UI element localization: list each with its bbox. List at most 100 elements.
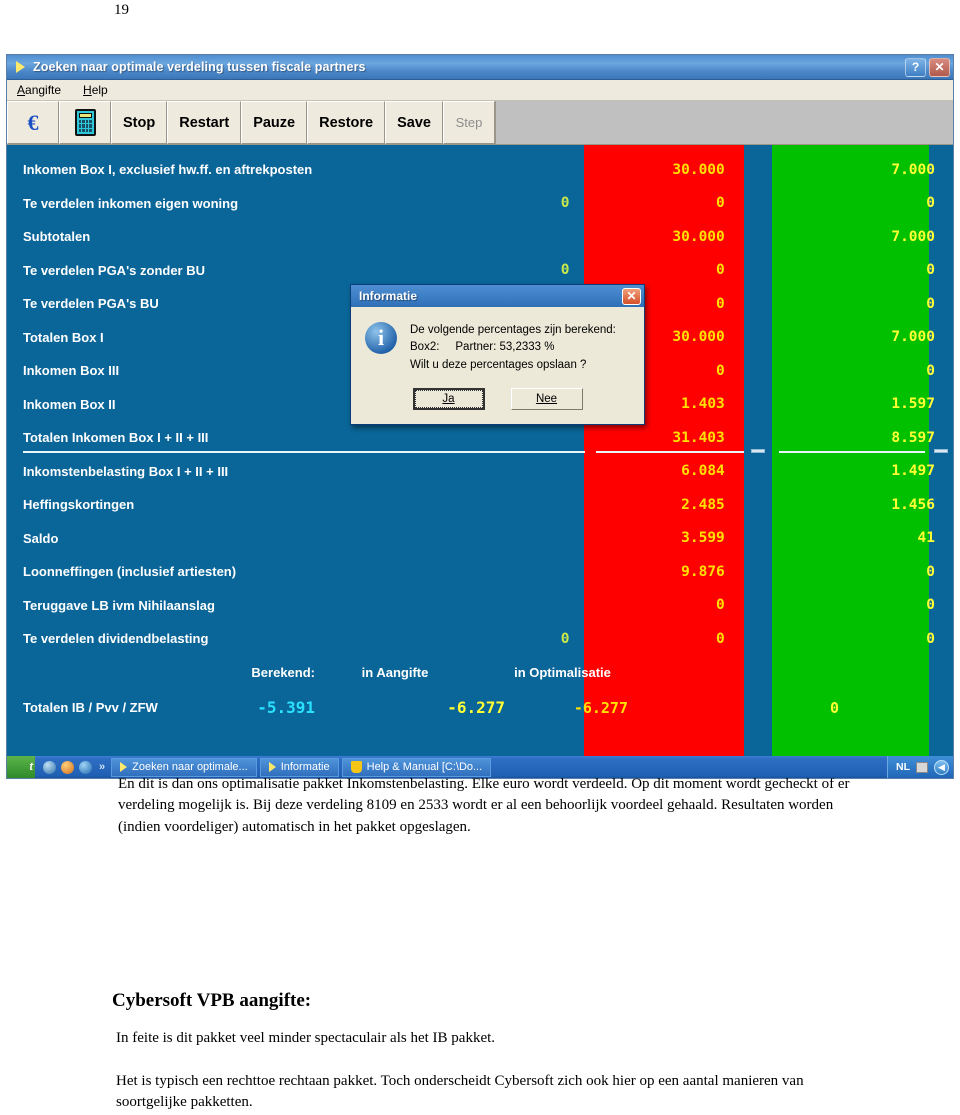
dialog-title: Informatie	[359, 289, 418, 303]
row-label: Inkomen Box I, exclusief hw.ff. en aftre…	[23, 162, 313, 178]
row-value-red: 0	[716, 630, 725, 647]
berekend-label: Berekend:	[251, 665, 315, 680]
row-label: Te verdelen PGA's zonder BU	[23, 262, 206, 278]
page-number: 19	[114, 2, 129, 18]
ja-button-label: Ja	[442, 393, 455, 406]
totals-label: Totalen IB / Pvv / ZFW	[23, 700, 158, 715]
section-heading: Cybersoft VPB aangifte:	[112, 989, 312, 1011]
row-value-red: 30.000	[672, 161, 725, 178]
row-value-red: 2.485	[681, 496, 725, 513]
row-label: Te verdelen dividendbelasting	[23, 631, 209, 647]
shield-icon	[350, 761, 362, 773]
row-value-green: 7.000	[891, 228, 935, 245]
restart-button[interactable]: Restart	[167, 101, 242, 144]
nee-button[interactable]: Nee	[510, 388, 583, 411]
close-window-button[interactable]: ✕	[929, 57, 950, 77]
tray-language-indicator[interactable]: NL	[896, 761, 910, 773]
row-value-green: 0	[926, 195, 935, 212]
row-value-blue: 0	[560, 630, 570, 647]
row-value-blue: 0	[560, 262, 570, 279]
taskbar-item-label: Informatie	[280, 761, 330, 773]
quicklaunch-mail-icon[interactable]	[43, 760, 56, 774]
dialog-buttons: Ja Nee	[351, 380, 644, 424]
in-optimalisatie-header: in Optimalisatie	[514, 665, 611, 680]
row-value-green: 0	[926, 630, 935, 647]
row-label: Loonneffingen (inclusief artiesten)	[23, 564, 237, 580]
row-value-green: 8.597	[891, 429, 935, 446]
table-row: Inkomen Box I, exclusief hw.ff. en aftre…	[7, 153, 953, 187]
save-button[interactable]: Save	[385, 101, 443, 144]
row-label: Te verdelen inkomen eigen woning	[23, 195, 239, 211]
row-value-blue: 0	[560, 195, 570, 212]
row-value-green: 0	[926, 362, 935, 379]
quick-launch-bar: »	[35, 760, 111, 774]
totals-optimalisatie-value: -6.277	[447, 698, 505, 717]
dialog-body: i De volgende percentages zijn berekend:…	[351, 307, 644, 380]
separator-line-left	[23, 450, 585, 453]
stop-button[interactable]: Stop	[111, 101, 168, 144]
row-value-red: 30.000	[672, 228, 725, 245]
nee-button-label: Nee	[535, 393, 558, 406]
help-button[interactable]: ?	[905, 57, 926, 77]
separator-dash-green	[934, 448, 948, 453]
row-value-red: 0	[716, 262, 725, 279]
row-value-green: 7.000	[891, 329, 935, 346]
window-titlebar: Zoeken naar optimale verdeling tussen fi…	[7, 55, 953, 80]
ja-button[interactable]: Ja	[412, 388, 485, 411]
play-icon	[268, 762, 276, 772]
taskbar-item-zoeken[interactable]: Zoeken naar optimale...	[111, 757, 257, 777]
menu-bar: Aangifte Help	[7, 80, 953, 101]
dialog-message: De volgende percentages zijn berekend: B…	[410, 322, 616, 374]
window-title: Zoeken naar optimale verdeling tussen fi…	[33, 60, 366, 74]
row-value-red: 6.084	[681, 463, 725, 480]
table-row: Te verdelen dividendbelasting 0 0 0	[7, 622, 953, 656]
restore-button[interactable]: Restore	[307, 101, 386, 144]
application-window: Zoeken naar optimale verdeling tussen fi…	[6, 54, 954, 779]
chevron-right-icon[interactable]: »	[99, 761, 105, 773]
results-grid: Inkomen Box I, exclusief hw.ff. en aftre…	[7, 145, 953, 778]
totals-aangifte-value: -5.391	[257, 698, 315, 717]
euro-button[interactable]: €	[7, 101, 59, 144]
info-icon: i	[365, 322, 397, 354]
row-value-green: 0	[926, 597, 935, 614]
menu-help-rest: elp	[91, 83, 108, 97]
start-button[interactable]: t	[7, 756, 35, 778]
menu-item-aangifte[interactable]: Aangifte	[17, 83, 61, 97]
row-value-green: 1.456	[891, 496, 935, 513]
row-value-red: 31.403	[672, 429, 725, 446]
taskbar-item-label: Help & Manual [C:\Do...	[366, 761, 483, 773]
calculator-icon	[74, 109, 96, 136]
table-row: Saldo 3.599 41	[7, 522, 953, 556]
table-row: Subtotalen 30.000 7.000	[7, 220, 953, 254]
table-row: Teruggave LB ivm Nihilaanslag 0 0	[7, 589, 953, 623]
speaker-icon[interactable]: ◀	[934, 759, 949, 775]
quicklaunch-media-icon[interactable]	[79, 760, 92, 774]
pauze-button[interactable]: Pauze	[241, 101, 308, 144]
dialog-close-button[interactable]: ✕	[622, 287, 641, 305]
table-row: Loonneffingen (inclusief artiesten) 9.87…	[7, 555, 953, 589]
toolbar: € Stop Restart Pauze Restore Save Step	[7, 101, 953, 145]
row-label: Saldo	[23, 530, 59, 546]
windows-taskbar: t » Zoeken naar optimale... Informatie H…	[7, 756, 953, 778]
paragraph-1: In feite is dit pakket veel minder spect…	[116, 1030, 496, 1046]
totals-green-value: 0	[829, 698, 839, 717]
row-label: Teruggave LB ivm Nihilaanslag	[23, 597, 215, 613]
grid-rows: Inkomen Box I, exclusief hw.ff. en aftre…	[7, 145, 953, 726]
toolbar-empty-area	[494, 101, 953, 144]
keyboard-icon[interactable]	[916, 761, 928, 773]
table-row: Te verdelen inkomen eigen woning 0 0 0	[7, 187, 953, 221]
taskbar-item-informatie[interactable]: Informatie	[259, 757, 339, 777]
menu-item-help[interactable]: Help	[83, 83, 108, 97]
quicklaunch-firefox-icon[interactable]	[61, 760, 74, 774]
dialog-message-line2: Box2: Partner: 53,2333 %	[410, 341, 555, 354]
separator-line-red	[596, 450, 744, 453]
system-tray: NL ◀	[887, 756, 953, 778]
taskbar-item-help-manual[interactable]: Help & Manual [C:\Do...	[341, 757, 492, 777]
taskbar-item-label: Zoeken naar optimale...	[132, 761, 248, 773]
row-value-green: 1.497	[891, 463, 935, 480]
calculator-button[interactable]	[59, 101, 111, 144]
informatie-dialog: Informatie ✕ i De volgende percentages z…	[350, 284, 645, 426]
dialog-message-line3: Wilt u deze percentages opslaan ?	[410, 358, 587, 371]
row-value-red: 0	[716, 195, 725, 212]
row-value-green: 7.000	[891, 161, 935, 178]
